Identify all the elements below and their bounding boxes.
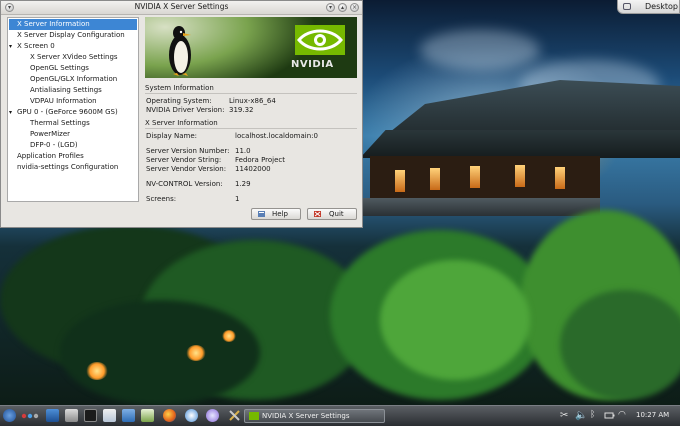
taskbar-clock[interactable]: 10:27 AM (636, 411, 669, 419)
window-title: NVIDIA X Server Settings (134, 2, 229, 11)
section-separator (145, 128, 357, 129)
wallpaper-tree (560, 290, 680, 400)
driver-version-label: NVIDIA Driver Version: (146, 106, 225, 114)
tree-item-nvidia-settings-configuration[interactable]: nvidia-settings Configuration (9, 162, 118, 173)
fedora-launcher-icon[interactable] (3, 409, 16, 422)
taskbar-task-nvidia-settings[interactable]: NVIDIA X Server Settings (244, 409, 385, 423)
nvidia-logo-icon (295, 25, 345, 55)
tree-item-x-server-xvideo-settings[interactable]: X Server XVideo Settings (22, 52, 118, 63)
system-information-heading: System Information (145, 84, 214, 92)
maximize-button[interactable]: ▴ (338, 3, 347, 12)
help-icon (258, 211, 265, 217)
tree-item-opengl-glx-information[interactable]: OpenGL/GLX Information (22, 74, 117, 85)
penguin-icon (169, 26, 191, 76)
screens-value: 1 (235, 195, 240, 203)
help-button[interactable]: Help (251, 208, 301, 220)
firefox-icon[interactable] (163, 409, 176, 422)
server-version-value: 11.0 (235, 147, 251, 155)
wallpaper-lantern (395, 170, 405, 192)
taskbar: NVIDIA X Server Settings ✂ 🔈 ᛒ ◠ 10:27 A… (0, 405, 680, 426)
desktop-pager-icon[interactable] (46, 409, 59, 422)
calendar-icon[interactable] (122, 409, 135, 422)
tree-item-x-server-information[interactable]: X Server Information (9, 19, 137, 30)
section-separator (145, 93, 357, 94)
display-name-label: Display Name: (146, 132, 198, 140)
taskbar-task-label: NVIDIA X Server Settings (262, 412, 350, 420)
quit-icon (314, 211, 321, 217)
server-vendor-version-label: Server Vendor Version: (146, 165, 227, 173)
wallpaper-lantern (470, 166, 480, 188)
show-desktop-label: Desktop (645, 2, 678, 11)
show-desktop-button[interactable]: Desktop (617, 0, 680, 14)
server-vendor-version-value: 11402000 (235, 165, 271, 173)
nvidia-settings-window: ▾ NVIDIA X Server Settings ▾ ▴ × X Serve… (0, 0, 363, 228)
wallpaper-temple-eaves (360, 130, 680, 158)
tools-icon[interactable] (228, 409, 241, 422)
tree-item-powermizer[interactable]: PowerMizer (22, 129, 70, 140)
tree-item-gpu-0[interactable]: ▾ GPU 0 - (GeForce 9600M GS) (9, 107, 118, 118)
quit-button-label: Quit (329, 210, 344, 218)
battery-icon[interactable] (604, 409, 615, 422)
wallpaper-deck (360, 198, 600, 216)
minimize-button[interactable]: ▾ (326, 3, 335, 12)
x-server-information-heading: X Server Information (145, 119, 218, 127)
nvidia-banner: NVIDIA (145, 17, 357, 78)
wallpaper-tree (380, 260, 530, 380)
tree-item-antialiasing-settings[interactable]: Antialiasing Settings (22, 85, 102, 96)
tree-item-x-screen-0[interactable]: ▾ X Screen 0 (9, 41, 55, 52)
tree-item-application-profiles[interactable]: Application Profiles (9, 151, 84, 162)
network-browser-icon[interactable] (185, 409, 198, 422)
nvidia-wordmark: NVIDIA (291, 59, 334, 70)
volume-icon[interactable]: 🔈 (575, 409, 587, 422)
navigation-tree: X Server Information X Server Display Co… (7, 17, 139, 202)
wifi-icon[interactable]: ◠ (618, 409, 630, 422)
tree-item-thermal-settings[interactable]: Thermal Settings (22, 118, 90, 129)
expand-arrow-icon: ▾ (9, 43, 13, 50)
scissors-icon[interactable]: ✂ (560, 409, 571, 422)
server-version-label: Server Version Number: (146, 147, 230, 155)
text-editor-icon[interactable] (103, 409, 116, 422)
file-manager-icon[interactable] (65, 409, 78, 422)
wallpaper-lantern-glow (186, 345, 206, 361)
wallpaper-lantern (430, 168, 440, 190)
nv-control-version-label: NV-CONTROL Version: (146, 180, 223, 188)
activity-dots-icon[interactable] (20, 409, 42, 422)
window-titlebar[interactable]: ▾ NVIDIA X Server Settings ▾ ▴ × (1, 1, 362, 15)
tree-item-x-server-display-configuration[interactable]: X Server Display Configuration (9, 30, 125, 41)
wallpaper-lantern (555, 167, 565, 189)
libreoffice-writer-icon[interactable] (141, 409, 154, 422)
close-button[interactable]: × (350, 3, 359, 12)
wallpaper-lantern-glow (222, 330, 236, 342)
wallpaper-tree (60, 300, 260, 405)
nvidia-task-icon (249, 412, 259, 420)
wallpaper-cloud (420, 30, 540, 70)
server-vendor-label: Server Vendor String: (146, 156, 222, 164)
driver-version-value: 319.32 (229, 106, 254, 114)
terminal-icon[interactable] (84, 409, 97, 422)
wallpaper-lantern (515, 165, 525, 187)
screens-label: Screens: (146, 195, 177, 203)
wallpaper-lantern-glow (86, 362, 108, 380)
os-value: Linux-x86_64 (229, 97, 276, 105)
expand-arrow-icon: ▾ (9, 109, 13, 116)
eye-media-icon[interactable] (206, 409, 219, 422)
desktop-icon (623, 3, 631, 10)
display-name-value: localhost.localdomain:0 (235, 132, 318, 140)
help-button-label: Help (272, 210, 288, 218)
server-vendor-value: Fedora Project (235, 156, 286, 164)
tree-item-opengl-settings[interactable]: OpenGL Settings (22, 63, 89, 74)
tree-item-vdpau-information[interactable]: VDPAU Information (22, 96, 97, 107)
os-label: Operating System: (146, 97, 212, 105)
tree-item-dfp-0[interactable]: DFP-0 - (LGD) (22, 140, 78, 151)
quit-button[interactable]: Quit (307, 208, 357, 220)
bluetooth-icon[interactable]: ᛒ (590, 409, 601, 422)
nv-control-version-value: 1.29 (235, 180, 251, 188)
